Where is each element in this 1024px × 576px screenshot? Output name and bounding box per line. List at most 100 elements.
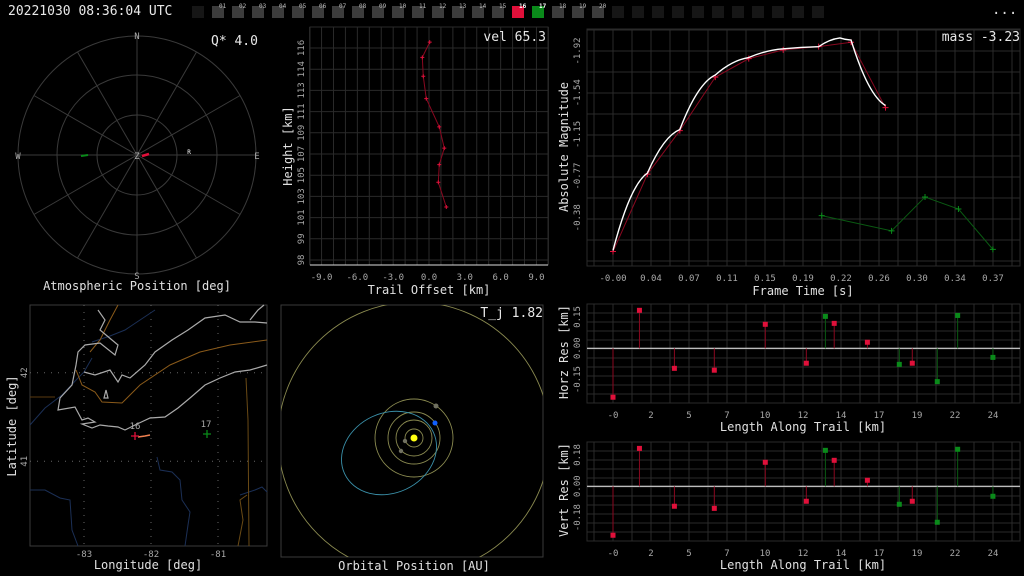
vr-ylabel: Vert Res [km]: [557, 443, 571, 537]
orbital-position-panel[interactable]: T_j 1.82 Orbital Position [AU]: [278, 302, 550, 574]
offset-tick-label: 6.0: [493, 273, 509, 283]
map-grid: -83 -82 -814241: [20, 305, 267, 560]
residual-point: [711, 367, 717, 373]
res-tick-label: 0.18: [573, 444, 583, 466]
length-tick-label: -0: [608, 411, 619, 421]
mass-label: mass -3.23: [942, 30, 1020, 45]
res-tick-label: 0.15: [573, 306, 583, 328]
length-tick-label: 5: [686, 549, 691, 559]
sun-icon: [410, 434, 418, 442]
lon-tick-label: -81: [210, 550, 226, 560]
time-tick-label: 0.37: [982, 274, 1004, 284]
trajectory-ground-track: [137, 434, 151, 438]
time-tick-label: 0.11: [716, 274, 738, 284]
vertical-residuals-panel[interactable]: -0 2 5 7 10 12 14 17 19 22 240.180.00-0.18 Length …: [557, 441, 1021, 572]
height-panel[interactable]: 116 114 113 111 109 107 105 103 101 99 98 -9.0 -6.0 -…: [281, 26, 549, 297]
residual-point: [864, 339, 870, 345]
residual-point: [822, 447, 828, 453]
data-point: [882, 104, 889, 111]
map-xlabel: Longitude [deg]: [94, 558, 202, 572]
height-tick-label: 109: [297, 125, 307, 141]
residual-point: [803, 360, 809, 366]
height-xlabel: Trail Offset [km]: [368, 283, 491, 297]
residual-point: [990, 493, 996, 499]
height-tick-label: 98: [297, 255, 307, 266]
station-17-track: [80, 154, 89, 157]
length-tick-label: 2: [648, 411, 653, 421]
ground-map-panel[interactable]: -83 -82 -814241 16 17 Longitude [deg] Lati…: [5, 304, 268, 572]
data-point: [421, 74, 426, 79]
mercury-planet: [402, 438, 408, 444]
west-label: W: [15, 152, 21, 162]
radiant-marker: R: [187, 149, 191, 156]
residual-point: [711, 505, 717, 511]
height-tick-label: 113: [297, 82, 307, 98]
time-tick-label: 0.30: [906, 274, 928, 284]
residual-point: [636, 445, 642, 451]
height-tick-label: 105: [297, 167, 307, 183]
data-point: [442, 146, 447, 151]
height-tick-label: 114: [297, 61, 307, 77]
data-point: [444, 204, 449, 209]
length-tick-label: 24: [988, 549, 999, 559]
offset-tick-label: 3.0: [457, 273, 473, 283]
residual-point: [671, 365, 677, 371]
vr-xlabel: Length Along Trail [km]: [720, 558, 886, 572]
length-tick-label: 2: [648, 549, 653, 559]
residual-point: [934, 379, 940, 385]
meteoroid-orbit: [341, 410, 437, 496]
residual-point: [803, 498, 809, 504]
mag-tick-label: -1.92: [573, 37, 583, 64]
height-tick-label: 111: [297, 103, 307, 119]
hr-xlabel: Length Along Trail [km]: [720, 420, 886, 434]
residual-point: [955, 312, 961, 318]
data-point: [424, 96, 429, 101]
offset-tick-label: -6.0: [347, 273, 369, 283]
offset-tick-label: 9.0: [528, 273, 544, 283]
residual-point: [896, 501, 902, 507]
light-curve-panel[interactable]: -0.00 0.04 0.07 0.11 0.15 0.19 0.22 0.26 0.30 0.3…: [557, 28, 1021, 298]
length-tick-label: 5: [686, 411, 691, 421]
time-tick-label: 0.07: [678, 274, 700, 284]
venus-planet: [398, 448, 404, 454]
res-tick-label: 0.00: [573, 475, 583, 497]
station-17-label: 17: [201, 420, 212, 430]
horizontal-residuals-panel[interactable]: -0 2 5 7 10 12 14 17 19 22 240.150.00-0.15 Length …: [557, 303, 1021, 434]
time-tick-label: 0.22: [830, 274, 852, 284]
offset-tick-label: -3.0: [382, 273, 404, 283]
time-tick-label: 0.04: [640, 274, 662, 284]
time-tick-label: 0.19: [792, 274, 814, 284]
residual-point: [822, 313, 828, 319]
length-tick-label: 24: [988, 411, 999, 421]
mag-tick-label: -0.77: [573, 163, 583, 190]
station-16-label: 16: [130, 422, 141, 432]
lc-grid: -0.00 0.04 0.07 0.11 0.15 0.19 0.22 0.26 0.30 0.3…: [573, 29, 1020, 284]
height-tick-label: 103: [297, 188, 307, 204]
data-point: [818, 212, 825, 219]
residual-point: [762, 321, 768, 327]
data-point: [420, 55, 425, 60]
time-tick-label: 0.34: [944, 274, 966, 284]
time-tick-label: -0.00: [599, 274, 626, 284]
length-tick-label: 22: [950, 549, 961, 559]
length-tick-label: -0: [608, 549, 619, 559]
time-tick-label: 0.26: [868, 274, 890, 284]
north-label: N: [134, 32, 139, 42]
residual-point: [610, 394, 616, 400]
lc-xlabel: Frame Time [s]: [752, 284, 853, 298]
residual-point: [909, 360, 915, 366]
height-tick-label: 107: [297, 146, 307, 162]
station-16-marker[interactable]: [131, 432, 139, 440]
residual-point: [896, 361, 902, 367]
station-16-track: [141, 152, 150, 158]
residual-point: [934, 519, 940, 525]
station-16-line: [421, 41, 447, 208]
residual-point: [864, 477, 870, 483]
station-17-marker[interactable]: [203, 430, 211, 438]
offset-tick-label: -9.0: [311, 273, 333, 283]
residual-point: [610, 532, 616, 538]
residual-point: [762, 459, 768, 465]
lat-tick-label: 42: [20, 367, 30, 378]
atmospheric-position-panel[interactable]: N S W E Z R Q* 4.0 Atmospheric Position …: [15, 32, 259, 293]
residual-point: [955, 446, 961, 452]
